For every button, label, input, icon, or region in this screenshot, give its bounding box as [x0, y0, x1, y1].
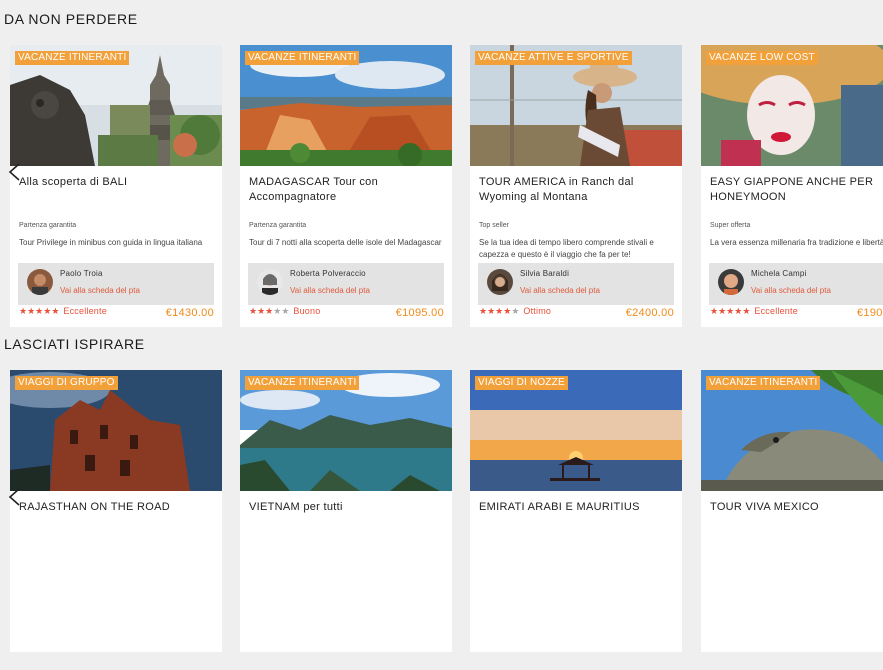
agent-profile-link[interactable]: Vai alla scheda del pta [290, 286, 370, 295]
rating-label: Eccellente [754, 306, 798, 316]
tour-card[interactable]: VACANZE ITINERANTI TOUR VIVA MEXICO [701, 370, 883, 652]
tour-price: €1095.00 [395, 307, 444, 319]
rating-label: Buono [293, 306, 321, 316]
chevron-left-icon [8, 163, 20, 181]
category-tag: VACANZE LOW COST [706, 51, 818, 65]
tour-card[interactable]: VACANZE LOW COST EASY GIAPPONE ANCHE PER… [701, 45, 883, 327]
star-icon: ★ [479, 306, 488, 316]
rating: ★★★★★ Eccellente [710, 306, 798, 318]
rating: ★★★★★ Ottimo [479, 306, 551, 318]
tour-title[interactable]: MADAGASCAR Tour con Accompagnatore [249, 175, 445, 205]
tour-card[interactable]: VACANZE ITINERANTI MADAGASCAR Tour con A… [240, 45, 452, 327]
star-icon: ★ [51, 306, 60, 316]
carousel-da-non-perdere: VACANZE ITINERANTI Alla scoperta di BALI… [0, 45, 883, 345]
agent-profile-link[interactable]: Vai alla scheda del pta [751, 286, 831, 295]
star-icon: ★ [27, 306, 36, 316]
star-icon: ★ [257, 306, 266, 316]
agent-box: Silvia Baraldi Vai alla scheda del pta [478, 263, 674, 305]
section-title-da-non-perdere: DA NON PERDERE [4, 11, 138, 27]
agent-box: Paolo Troia Vai alla scheda del pta [18, 263, 214, 305]
tour-label: Partenza garantita [249, 222, 307, 229]
tour-price: €2400.00 [625, 307, 674, 319]
chevron-left-icon [8, 488, 20, 506]
category-tag: VIAGGI DI GRUPPO [15, 376, 118, 390]
tour-label: Super offerta [710, 222, 751, 229]
agent-box: Roberta Polveraccio Vai alla scheda del … [248, 263, 444, 305]
category-tag: VIAGGI DI NOZZE [475, 376, 568, 390]
rating-label: Eccellente [63, 306, 107, 316]
tour-title[interactable]: Alla scoperta di BALI [19, 175, 215, 190]
star-icon: ★ [249, 306, 258, 316]
rating: ★★★★★ Buono [249, 306, 320, 318]
agent-profile-link[interactable]: Vai alla scheda del pta [520, 286, 600, 295]
star-icon: ★ [742, 306, 751, 316]
agent-name: Roberta Polveraccio [290, 269, 366, 278]
carousel-lasciati-ispirare: VIAGGI DI GRUPPO RAJASTHAN ON THE ROAD V… [0, 370, 883, 670]
star-empty-icon: ★ [511, 306, 520, 316]
category-tag: VACANZE ITINERANTI [15, 51, 130, 65]
tour-description: La vera essenza millenaria fra tradizion… [710, 238, 883, 247]
category-tag: VACANZE ATTIVE E SPORTIVE [475, 51, 632, 65]
tour-title[interactable]: VIETNAM per tutti [249, 500, 445, 515]
tour-description: Tour di 7 notti alla scoperta delle isol… [249, 238, 442, 247]
tour-card[interactable]: VACANZE ATTIVE E SPORTIVE TOUR AMERICA i… [470, 45, 682, 327]
tour-title[interactable]: RAJASTHAN ON THE ROAD [19, 500, 215, 515]
category-tag: VACANZE ITINERANTI [245, 51, 360, 65]
star-icon: ★ [710, 306, 719, 316]
tour-title[interactable]: TOUR VIVA MEXICO [710, 500, 883, 515]
avatar [27, 269, 53, 295]
section-title-lasciati-ispirare: LASCIATI ISPIRARE [4, 336, 145, 352]
agent-name: Michela Campi [751, 269, 807, 278]
tour-card[interactable]: VIAGGI DI NOZZE EMIRATI ARABI E MAURITIU… [470, 370, 682, 652]
category-tag: VACANZE ITINERANTI [245, 376, 360, 390]
agent-name: Paolo Troia [60, 269, 103, 278]
agent-box: Michela Campi Vai alla scheda del pta [709, 263, 883, 305]
avatar [257, 269, 283, 295]
avatar [487, 269, 513, 295]
tour-title[interactable]: EMIRATI ARABI E MAURITIUS [479, 500, 675, 515]
agent-name: Silvia Baraldi [520, 269, 570, 278]
tour-description: Tour Privilege in minibus con guida in l… [19, 238, 203, 247]
star-icon: ★ [19, 306, 28, 316]
tour-title[interactable]: EASY GIAPPONE ANCHE PER HONEYMOON [710, 175, 883, 205]
tour-label: Partenza garantita [19, 222, 77, 229]
star-icon: ★ [487, 306, 496, 316]
tour-card[interactable]: VACANZE ITINERANTI Alla scoperta di BALI… [10, 45, 222, 327]
category-tag: VACANZE ITINERANTI [706, 376, 821, 390]
star-icon: ★ [718, 306, 727, 316]
tour-price: €1430.00 [165, 307, 214, 319]
star-empty-icon: ★ [281, 306, 290, 316]
carousel-prev-button[interactable] [8, 163, 22, 181]
tour-price: €190 [857, 307, 883, 319]
tour-title[interactable]: TOUR AMERICA in Ranch dal Wyoming al Mon… [479, 175, 675, 205]
tour-card[interactable]: VACANZE ITINERANTI VIETNAM per tutti [240, 370, 452, 652]
tour-label: Top seller [479, 222, 509, 229]
rating-label: Ottimo [523, 306, 552, 316]
rating: ★★★★★ Eccellente [19, 306, 107, 318]
tour-description: Se la tua idea di tempo libero comprende… [479, 238, 654, 259]
carousel-prev-button[interactable] [8, 488, 22, 506]
agent-profile-link[interactable]: Vai alla scheda del pta [60, 286, 140, 295]
avatar [718, 269, 744, 295]
tour-card[interactable]: VIAGGI DI GRUPPO RAJASTHAN ON THE ROAD [10, 370, 222, 652]
